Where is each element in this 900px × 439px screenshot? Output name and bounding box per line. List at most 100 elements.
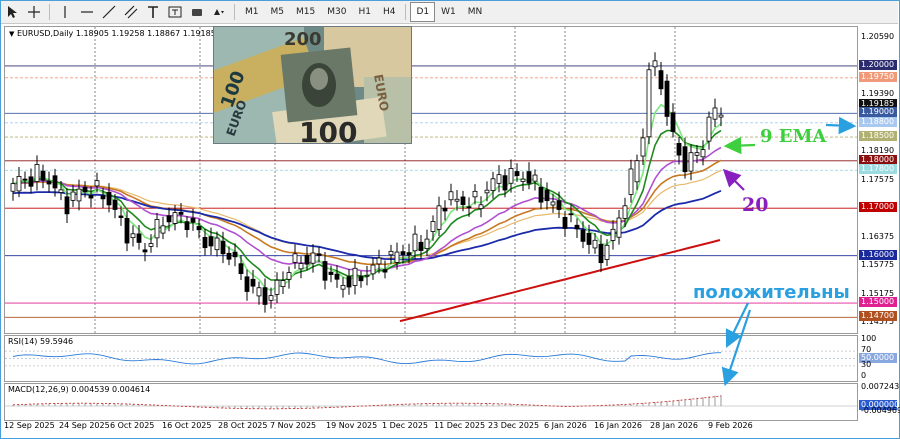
timeframe-d1-button[interactable]: D1	[410, 2, 436, 22]
twenty-annotation-text: 20	[742, 194, 769, 216]
candle-body	[310, 252, 316, 264]
text-icon[interactable]	[142, 2, 164, 22]
candle-body	[118, 215, 124, 218]
ema9-annotation: 9 EMA	[760, 126, 826, 147]
horizontal-line-icon[interactable]	[76, 2, 98, 22]
timeframe-m1-button[interactable]: M1	[239, 2, 265, 22]
trend-line-icon[interactable]	[98, 2, 120, 22]
timeframe-w1-button[interactable]: W1	[435, 2, 462, 22]
ema-red-line	[399, 239, 721, 323]
date-tick-label: 23 Dec 2025	[488, 421, 540, 430]
candle-body	[298, 263, 304, 270]
candle-body	[352, 267, 358, 286]
candle-body	[448, 191, 454, 201]
candle-body	[460, 196, 466, 206]
candle-body	[682, 146, 688, 173]
candle-body	[244, 276, 250, 292]
candle-body	[544, 189, 550, 202]
candle-body	[322, 261, 328, 281]
candle-body	[304, 255, 310, 265]
candle-body	[610, 228, 616, 241]
shapes-menu-icon[interactable]	[208, 2, 230, 22]
candle-body	[586, 232, 592, 245]
chart-toolbar: M1 M5 M15 M30 H1 H4 D1 W1 MN	[1, 1, 898, 24]
macd-signal-line	[12, 395, 722, 410]
rectangle-icon[interactable]	[186, 2, 208, 22]
candle-body	[202, 236, 208, 249]
candle-body	[160, 225, 166, 234]
candle-body	[472, 190, 478, 198]
rsi-level-label: 0	[861, 371, 867, 380]
date-tick-label: 7 Nov 2025	[270, 421, 317, 430]
ema-tan-line	[12, 169, 722, 259]
candle-body	[484, 189, 490, 194]
channel-icon[interactable]	[120, 2, 142, 22]
timeframe-m5-button[interactable]: M5	[265, 2, 291, 22]
cursor-icon[interactable]	[1, 2, 23, 22]
candle-body	[232, 251, 238, 258]
candle-body	[334, 273, 340, 280]
macd-axis: 0.007243 0.000000 -0.004969	[857, 382, 900, 419]
candle-body	[400, 251, 406, 256]
candle-body	[292, 253, 298, 263]
text-label-icon[interactable]	[164, 2, 186, 22]
price-axis[interactable]: 1.20590 1.19390 1.18190 1.17575 1.16375 1.157…	[857, 26, 899, 332]
rsi-canvas[interactable]	[5, 336, 857, 381]
candle-body	[268, 295, 274, 301]
candle-body	[640, 137, 646, 157]
crosshair-icon[interactable]	[23, 2, 45, 22]
macd-pane[interactable]: MACD(12,26,9) 0.004539 0.004614	[4, 383, 858, 421]
candle-body	[424, 238, 430, 250]
candle-body	[598, 243, 604, 264]
candle-body	[136, 233, 142, 243]
candle-body	[496, 174, 502, 184]
date-tick-label: 24 Sep 2025	[59, 421, 110, 430]
svg-text:100: 100	[299, 116, 357, 143]
collapse-triangle-icon[interactable]: ▼	[9, 30, 14, 38]
date-tick-label: 6 Oct 2025	[110, 421, 155, 430]
candle-body	[412, 233, 418, 252]
candle-body	[28, 176, 34, 187]
candle-body	[22, 178, 28, 181]
candle-body	[358, 276, 364, 282]
candle-body	[154, 219, 160, 239]
positive-annotation: положительны	[693, 282, 850, 303]
candle-body	[214, 237, 220, 251]
candle-body	[256, 287, 262, 297]
timeframe-m15-button[interactable]: M15	[290, 2, 321, 22]
date-tick-label: 28 Oct 2025	[218, 421, 268, 430]
candle-body	[658, 70, 664, 90]
ema9-annotation-text: 9 EMA	[760, 126, 827, 147]
svg-text:200: 200	[284, 29, 322, 50]
ema-brown-line	[12, 159, 722, 266]
candle-body	[82, 186, 88, 193]
vertical-line-icon[interactable]	[54, 2, 76, 22]
candle-body	[148, 243, 154, 247]
price-tick-label: 1.15775	[861, 260, 895, 270]
price-level-badge: 1.18800	[859, 116, 897, 127]
price-level-badge: 1.18500	[859, 131, 897, 142]
candle-body	[100, 195, 106, 200]
candle-body	[208, 236, 214, 247]
timeframe-h1-button[interactable]: H1	[352, 2, 377, 22]
candle-body	[688, 152, 694, 172]
candle-body	[64, 196, 70, 215]
twenty-annotation: 20	[742, 194, 768, 216]
timeframe-h4-button[interactable]: H4	[377, 2, 402, 22]
candle-body	[508, 168, 514, 184]
price-chart-pane[interactable]: ▼ EURUSD,Daily 1.18905 1.19258 1.18867 1…	[4, 26, 858, 334]
candle-body	[10, 183, 16, 192]
price-tick-label: 1.20590	[861, 31, 895, 41]
candle-body	[76, 188, 82, 202]
candle-body	[238, 263, 244, 275]
candle-body	[388, 250, 394, 256]
date-axis: 12 Sep 2025 24 Sep 2025 6 Oct 2025 16 Oct 2…	[4, 419, 856, 433]
rsi-pane[interactable]: RSI(14) 59.5946	[4, 335, 858, 382]
candle-body	[262, 287, 268, 305]
timeframe-m30-button[interactable]: M30	[321, 2, 352, 22]
timeframe-mn-button[interactable]: MN	[462, 2, 489, 22]
candle-body	[94, 180, 100, 187]
candle-body	[622, 205, 628, 219]
price-level-badge: 1.17000	[859, 202, 897, 213]
price-tick-label: 1.17575	[861, 174, 895, 184]
